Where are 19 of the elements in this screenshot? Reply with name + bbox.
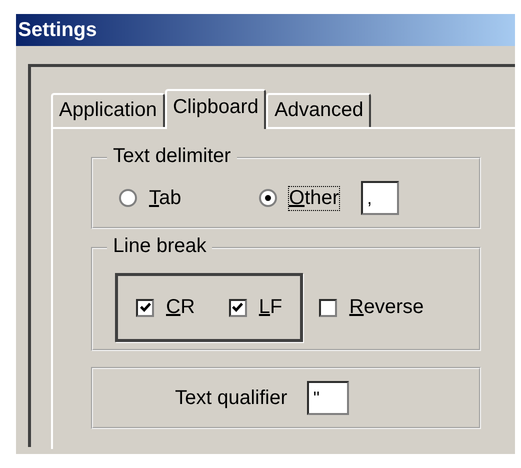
radio-button[interactable] <box>259 189 277 207</box>
radio-label[interactable]: Tab <box>149 186 182 210</box>
window-title: Settings <box>18 18 97 42</box>
field-label: Text qualifier <box>175 386 288 410</box>
radio-button[interactable] <box>119 189 137 207</box>
checkbox-label[interactable]: CR <box>166 296 195 319</box>
checkbox[interactable] <box>136 298 154 316</box>
checkmark-icon <box>138 301 152 314</box>
tab[interactable]: Clipboard <box>164 89 266 129</box>
tab[interactable]: Advanced <box>266 93 372 127</box>
checkmark-icon <box>231 301 244 314</box>
delimiter-field[interactable]: , <box>361 181 400 215</box>
tab[interactable]: Application <box>51 93 165 127</box>
radio-label[interactable]: Other <box>289 186 340 210</box>
checkbox-label[interactable]: LF <box>258 296 282 319</box>
checkbox[interactable] <box>228 298 247 316</box>
qualifier-field[interactable]: " <box>307 381 350 415</box>
checkbox[interactable] <box>319 298 338 316</box>
checkbox-label[interactable]: Reverse <box>349 296 424 319</box>
